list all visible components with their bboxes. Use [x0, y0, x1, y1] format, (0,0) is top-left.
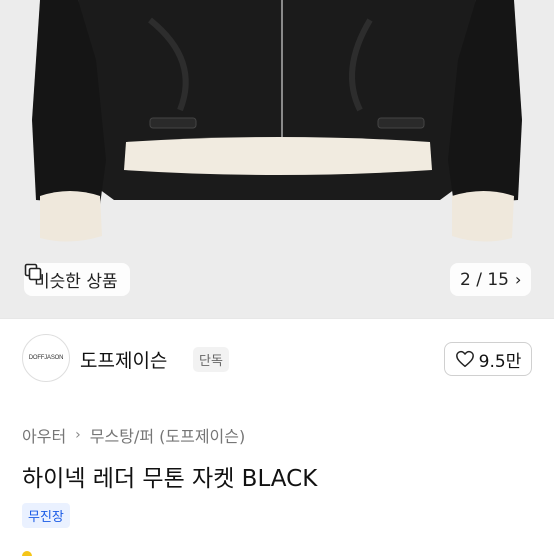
- like-count: 9.5만: [478, 351, 522, 372]
- section-divider: [0, 318, 554, 319]
- heart-icon: [455, 350, 474, 368]
- chevron-right-icon: ›: [514, 270, 522, 289]
- similar-items-icon: [24, 263, 42, 281]
- similar-items-label: 비슷한 상품: [34, 272, 118, 292]
- breadcrumb-category[interactable]: 아우터: [22, 423, 66, 447]
- similar-items-button[interactable]: 비슷한 상품: [24, 263, 130, 296]
- chevron-right-icon: ›: [75, 427, 81, 443]
- image-pager[interactable]: 2 / 15 ›: [450, 263, 532, 296]
- exclusive-badge: 단독: [193, 347, 229, 372]
- pager-text: 2 / 15: [460, 269, 509, 290]
- breadcrumb: 아우터 › 무스탕/퍼 (도프제이슨): [22, 423, 245, 447]
- breadcrumb-subcategory[interactable]: 무스탕/퍼 (도프제이슨): [90, 423, 245, 447]
- product-image-area[interactable]: 비슷한 상품 2 / 15 ›: [0, 0, 554, 318]
- like-button[interactable]: 9.5만: [444, 342, 532, 376]
- product-title: 하이넥 레더 무톤 자켓 BLACK: [22, 466, 318, 492]
- brand-row[interactable]: DOFFJASON 도프제이슨 단독 9.5만: [22, 334, 532, 384]
- brand-name[interactable]: 도프제이슨: [80, 346, 167, 373]
- product-tag: 무진장: [22, 503, 70, 528]
- brand-logo[interactable]: DOFFJASON: [22, 334, 70, 382]
- brand-logo-text: DOFFJASON: [28, 355, 64, 361]
- rating-row-partial: [22, 546, 182, 556]
